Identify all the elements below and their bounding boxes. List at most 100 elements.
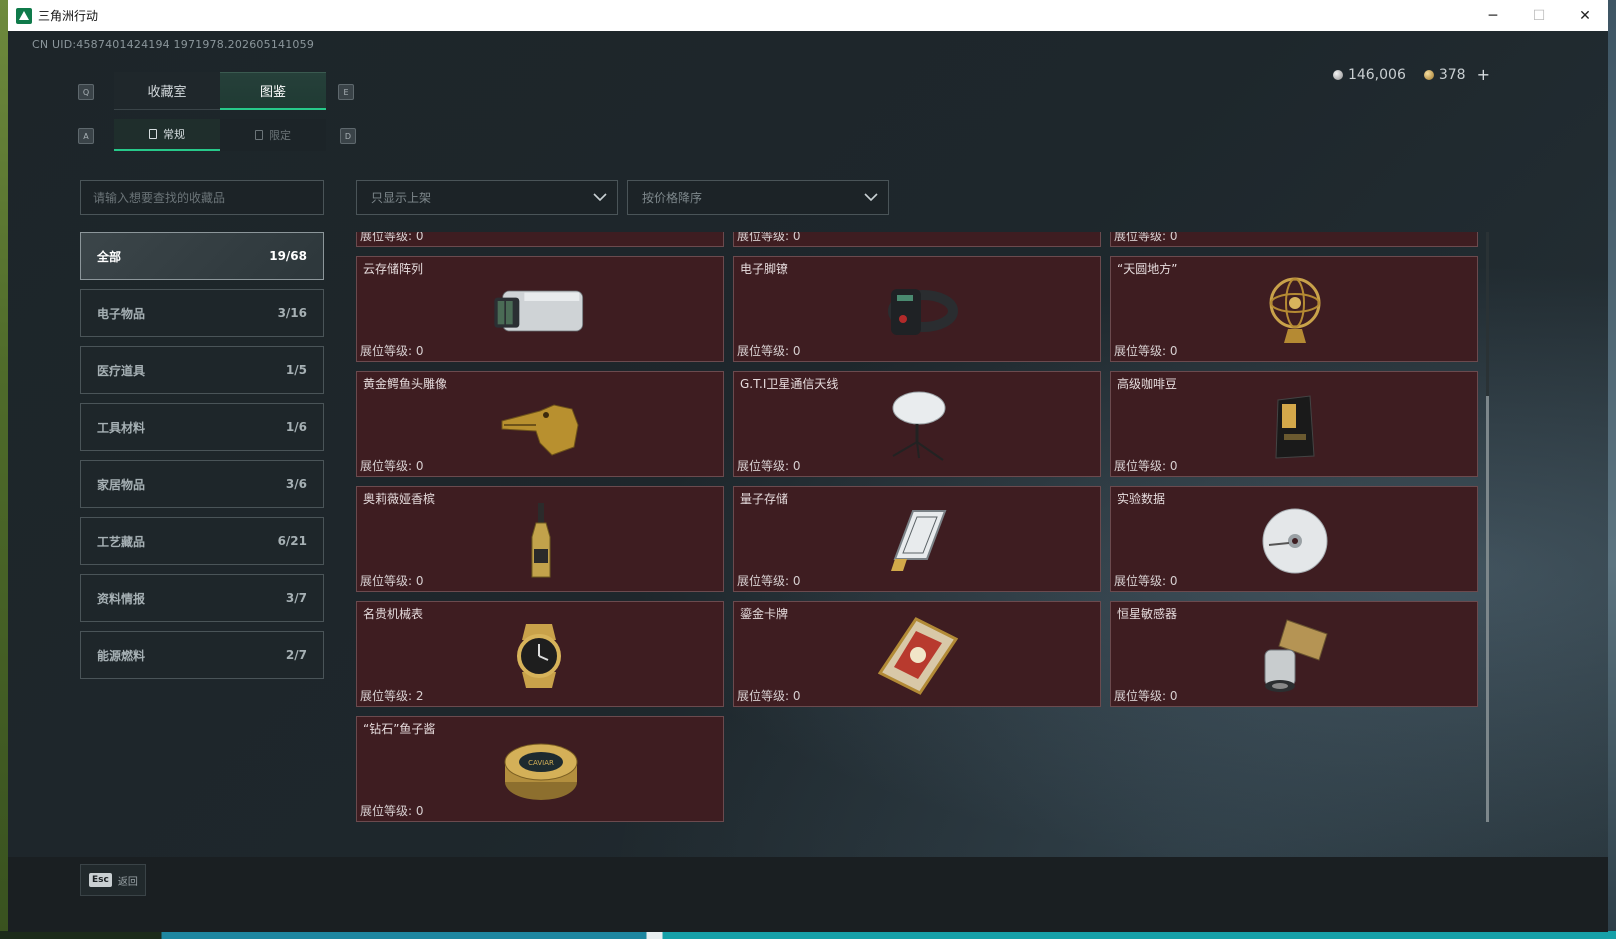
maximize-button[interactable]: ☐ (1516, 0, 1562, 31)
item-name: 云存储阵列 (363, 262, 424, 276)
category-household[interactable]: 家居物品 3/6 (80, 460, 324, 508)
item-card[interactable]: “天圆地方” 展位等级: 0 (1110, 256, 1478, 362)
item-name: 鎏金卡牌 (740, 607, 789, 621)
item-level: 展位等级: 0 (737, 574, 801, 588)
shelf-filter-dropdown[interactable]: 只显示上架 (356, 180, 618, 215)
category-label: 资料情报 (97, 591, 146, 606)
tab-catalog[interactable]: 图鉴 (220, 72, 326, 110)
sub-tabs: 常规 限定 (114, 119, 326, 151)
crocodile-statue-icon (491, 386, 591, 466)
category-label: 电子物品 (97, 306, 146, 321)
category-all[interactable]: 全部 19/68 (80, 232, 324, 280)
search-box[interactable] (80, 180, 324, 215)
subtab-regular[interactable]: 常规 (114, 119, 220, 151)
main-tabs: 收藏室 图鉴 (114, 72, 326, 110)
item-name: 奥莉薇娅香槟 (363, 492, 436, 506)
item-card[interactable]: 云存储阵列 展位等级: 0 (356, 256, 724, 362)
tab-label: 图鉴 (259, 85, 286, 100)
subtab-label: 常规 (163, 128, 185, 141)
add-currency-button[interactable]: + (1477, 65, 1490, 84)
chevron-down-icon (864, 193, 878, 202)
item-level: 展位等级: 0 (360, 344, 424, 358)
category-count: 3/7 (285, 591, 307, 605)
item-level: 展位等级: 0 (1114, 459, 1178, 473)
gold-coin-icon (1423, 69, 1434, 80)
sort-dropdown[interactable]: 按价格降序 (627, 180, 889, 215)
item-card[interactable]: “钻石”鱼子酱 CAVIAR 展位等级: 0 (356, 716, 724, 822)
item-level: 展位等级: 0 (737, 344, 801, 358)
item-card[interactable]: 展位等级: 0 (1110, 232, 1478, 247)
usb-drive-icon (868, 501, 968, 581)
esc-key-badge: Esc (89, 873, 112, 887)
category-count: 1/6 (285, 420, 307, 434)
footer-bar (8, 857, 1608, 932)
close-button[interactable]: ✕ (1562, 0, 1608, 31)
game-screen: CN UID:4587401424194 1971978.20260514105… (8, 31, 1608, 932)
item-level: 展位等级: 0 (737, 232, 801, 243)
item-name: 量子存储 (740, 492, 789, 506)
item-card[interactable]: 展位等级: 0 (733, 232, 1101, 247)
title-bar: 三角洲行动 ─ ☐ ✕ (8, 0, 1608, 31)
star-sensor-icon (1245, 616, 1345, 696)
category-fuel[interactable]: 能源燃料 2/7 (80, 631, 324, 679)
item-card[interactable]: 高级咖啡豆 展位等级: 0 (1110, 371, 1478, 477)
category-intel[interactable]: 资料情报 3/7 (80, 574, 324, 622)
category-tools[interactable]: 工具材料 1/6 (80, 403, 324, 451)
subtab-label: 限定 (269, 129, 291, 142)
grid-scrollbar-thumb[interactable] (1486, 396, 1489, 822)
tab-label: 收藏室 (147, 85, 187, 100)
item-card[interactable]: 恒星敏感器 展位等级: 0 (1110, 601, 1478, 707)
item-card[interactable]: 展位等级: 0 (356, 232, 724, 247)
regular-icon (149, 129, 157, 139)
gilded-card-icon (868, 616, 968, 696)
item-card[interactable]: 实验数据 展位等级: 0 (1110, 486, 1478, 592)
item-name: “钻石”鱼子酱 (363, 722, 436, 736)
category-crafts[interactable]: 工艺藏品 6/21 (80, 517, 324, 565)
item-name: 黄金鳄鱼头雕像 (363, 377, 448, 391)
item-card[interactable]: 黄金鳄鱼头雕像 展位等级: 0 (356, 371, 724, 477)
app-logo-icon (16, 7, 32, 24)
ankle-monitor-icon (868, 271, 968, 351)
item-card[interactable]: 奥莉薇娅香槟 展位等级: 0 (356, 486, 724, 592)
category-count: 3/6 (285, 477, 307, 491)
watch-icon (491, 616, 591, 696)
item-card[interactable]: 量子存储 展位等级: 0 (733, 486, 1101, 592)
item-name: 恒星敏感器 (1117, 607, 1178, 621)
item-card[interactable]: 电子脚镣 展位等级: 0 (733, 256, 1101, 362)
silver-currency: 146,006 (1332, 65, 1406, 84)
item-name: 电子脚镣 (740, 262, 789, 276)
armillary-sphere-icon (1245, 271, 1345, 351)
back-button[interactable]: Esc 返回 (80, 864, 146, 896)
category-label: 家居物品 (97, 477, 146, 492)
champagne-bottle-icon (491, 501, 591, 581)
search-input[interactable] (93, 190, 311, 205)
category-count: 1/5 (285, 363, 307, 377)
item-card[interactable]: 鎏金卡牌 展位等级: 0 (733, 601, 1101, 707)
item-level: 展位等级: 0 (1114, 232, 1178, 243)
category-label: 医疗道具 (97, 363, 146, 378)
item-level: 展位等级: 0 (360, 232, 424, 243)
player-uid: CN UID:4587401424194 1971978.20260514105… (32, 38, 315, 51)
category-electronics[interactable]: 电子物品 3/16 (80, 289, 324, 337)
sort-value: 按价格降序 (642, 191, 703, 205)
item-card[interactable]: 名贵机械表 展位等级: 2 (356, 601, 724, 707)
item-card[interactable]: G.T.I卫星通信天线 展位等级: 0 (733, 371, 1101, 477)
item-level: 展位等级: 0 (1114, 344, 1178, 358)
window-controls: ─ ☐ ✕ (1470, 0, 1608, 31)
currency-bar: 146,006 378 + (1332, 65, 1490, 84)
tab-collection-room[interactable]: 收藏室 (114, 72, 220, 110)
minimize-button[interactable]: ─ (1470, 0, 1516, 31)
category-medical[interactable]: 医疗道具 1/5 (80, 346, 324, 394)
coffee-bag-icon (1245, 386, 1345, 466)
item-name: G.T.I卫星通信天线 (740, 377, 839, 391)
key-hint-e: E (338, 84, 354, 100)
item-name: 实验数据 (1117, 492, 1166, 506)
item-level: 展位等级: 0 (360, 574, 424, 588)
silver-amount: 146,006 (1347, 66, 1406, 83)
item-level: 展位等级: 0 (360, 804, 424, 818)
item-grid: 展位等级: 0 展位等级: 0 展位等级: 0 云存储阵列 展位等级: 0 电子… (356, 232, 1486, 822)
category-label: 工艺藏品 (97, 534, 146, 549)
subtab-limited[interactable]: 限定 (220, 119, 326, 151)
item-name: 名贵机械表 (363, 607, 424, 621)
caviar-tin-label: CAVIAR (528, 759, 554, 767)
